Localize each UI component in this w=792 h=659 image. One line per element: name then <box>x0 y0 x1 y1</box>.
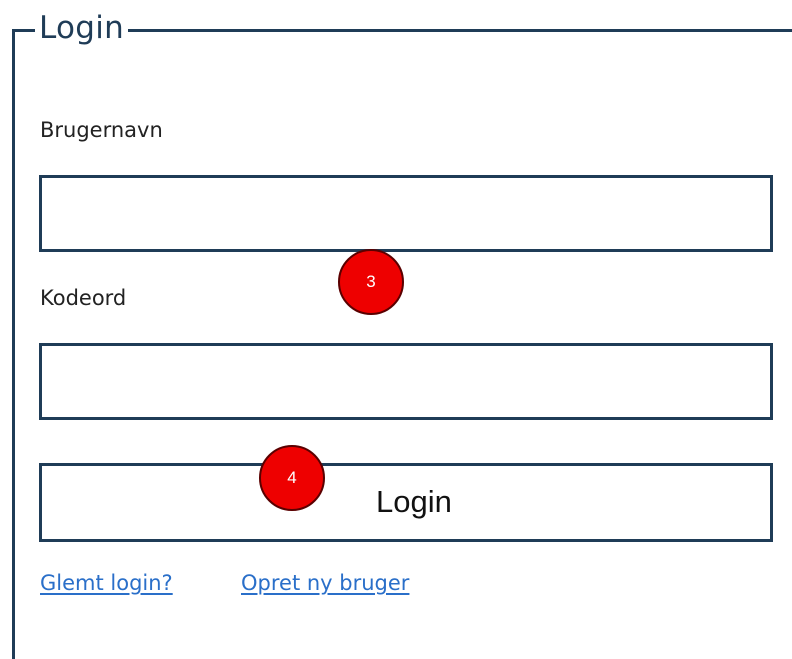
form-border-left <box>12 29 15 659</box>
create-user-link[interactable]: Opret ny bruger <box>241 568 409 598</box>
login-button-label: Login <box>376 484 452 519</box>
forgot-login-link[interactable]: Glemt login? <box>40 568 173 598</box>
password-input[interactable] <box>39 343 773 420</box>
annotation-marker-4: 4 <box>259 445 325 511</box>
username-input[interactable] <box>39 175 773 252</box>
password-label: Kodeord <box>40 286 127 310</box>
username-label: Brugernavn <box>40 118 163 142</box>
login-button[interactable]: Login <box>39 463 773 542</box>
form-border-top <box>12 29 792 32</box>
annotation-marker-3: 3 <box>338 249 404 315</box>
form-legend: Login <box>35 8 129 48</box>
